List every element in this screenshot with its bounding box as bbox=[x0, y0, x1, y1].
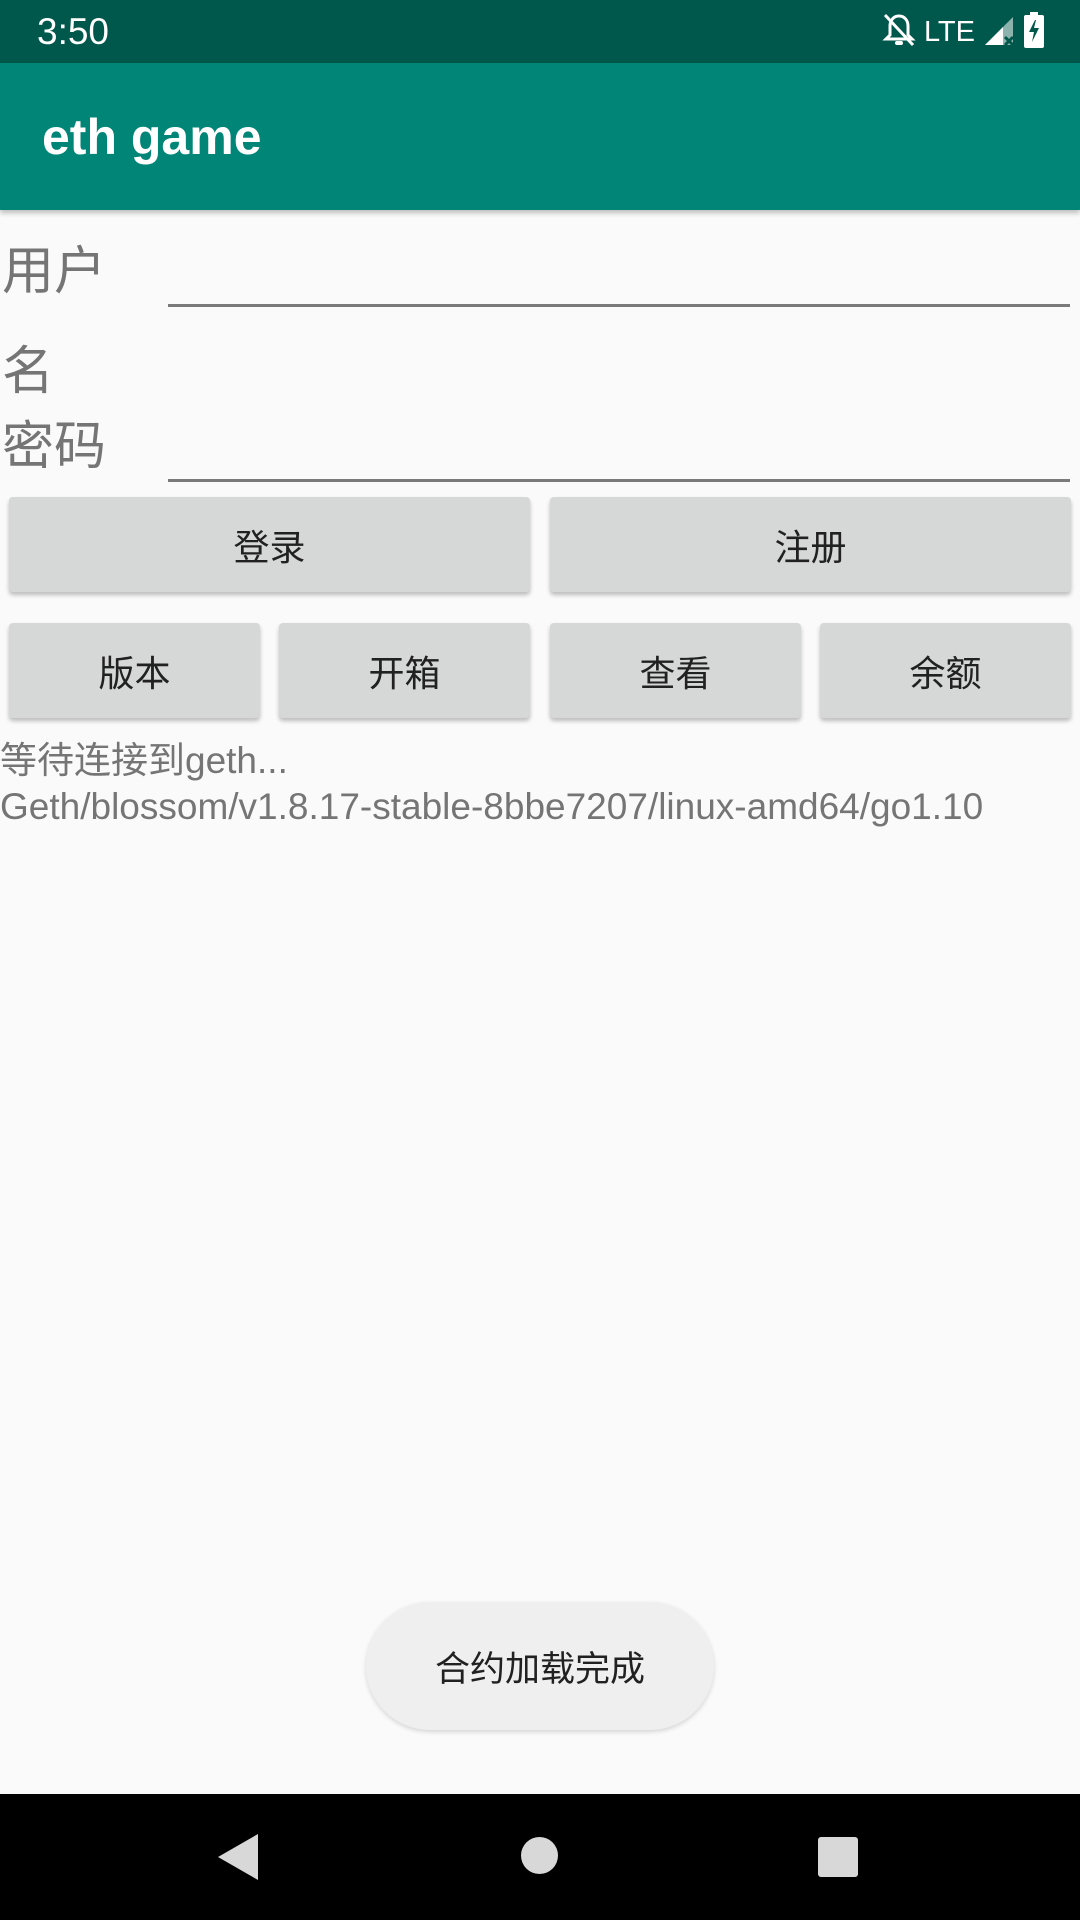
version-button[interactable]: 版本 bbox=[9, 623, 260, 718]
view-button[interactable]: 查看 bbox=[550, 623, 801, 718]
recents-icon[interactable] bbox=[818, 1837, 858, 1877]
app-title: eth game bbox=[42, 109, 262, 165]
back-icon[interactable] bbox=[218, 1834, 258, 1880]
login-button[interactable]: 登录 bbox=[9, 497, 530, 592]
status-bar: 3:50 LTE bbox=[0, 0, 1080, 63]
home-icon[interactable] bbox=[521, 1837, 558, 1874]
username-input[interactable] bbox=[168, 244, 1070, 307]
log-line-geth-version: Geth/blossom/v1.8.17-stable-8bbe7207/lin… bbox=[0, 786, 984, 827]
password-input[interactable] bbox=[168, 419, 1070, 482]
status-time: 3:50 bbox=[37, 11, 110, 52]
balance-button[interactable]: 余额 bbox=[820, 623, 1071, 718]
toast-message: 合约加载完成 bbox=[366, 1602, 714, 1730]
password-label: 密码 bbox=[2, 417, 107, 477]
register-button[interactable]: 注册 bbox=[550, 497, 1071, 592]
app-bar: eth game bbox=[0, 63, 1080, 210]
battery-charging-icon bbox=[1023, 12, 1045, 52]
navigation-bar bbox=[0, 1794, 1080, 1920]
open-box-button[interactable]: 开箱 bbox=[279, 623, 530, 718]
status-icons: LTE bbox=[882, 12, 1045, 52]
bell-off-icon bbox=[882, 12, 916, 52]
network-type: LTE bbox=[923, 15, 975, 48]
log-line-waiting: 等待连接到geth... bbox=[0, 740, 288, 781]
username-label: 用户名 bbox=[2, 242, 107, 402]
signal-icon bbox=[983, 13, 1015, 51]
